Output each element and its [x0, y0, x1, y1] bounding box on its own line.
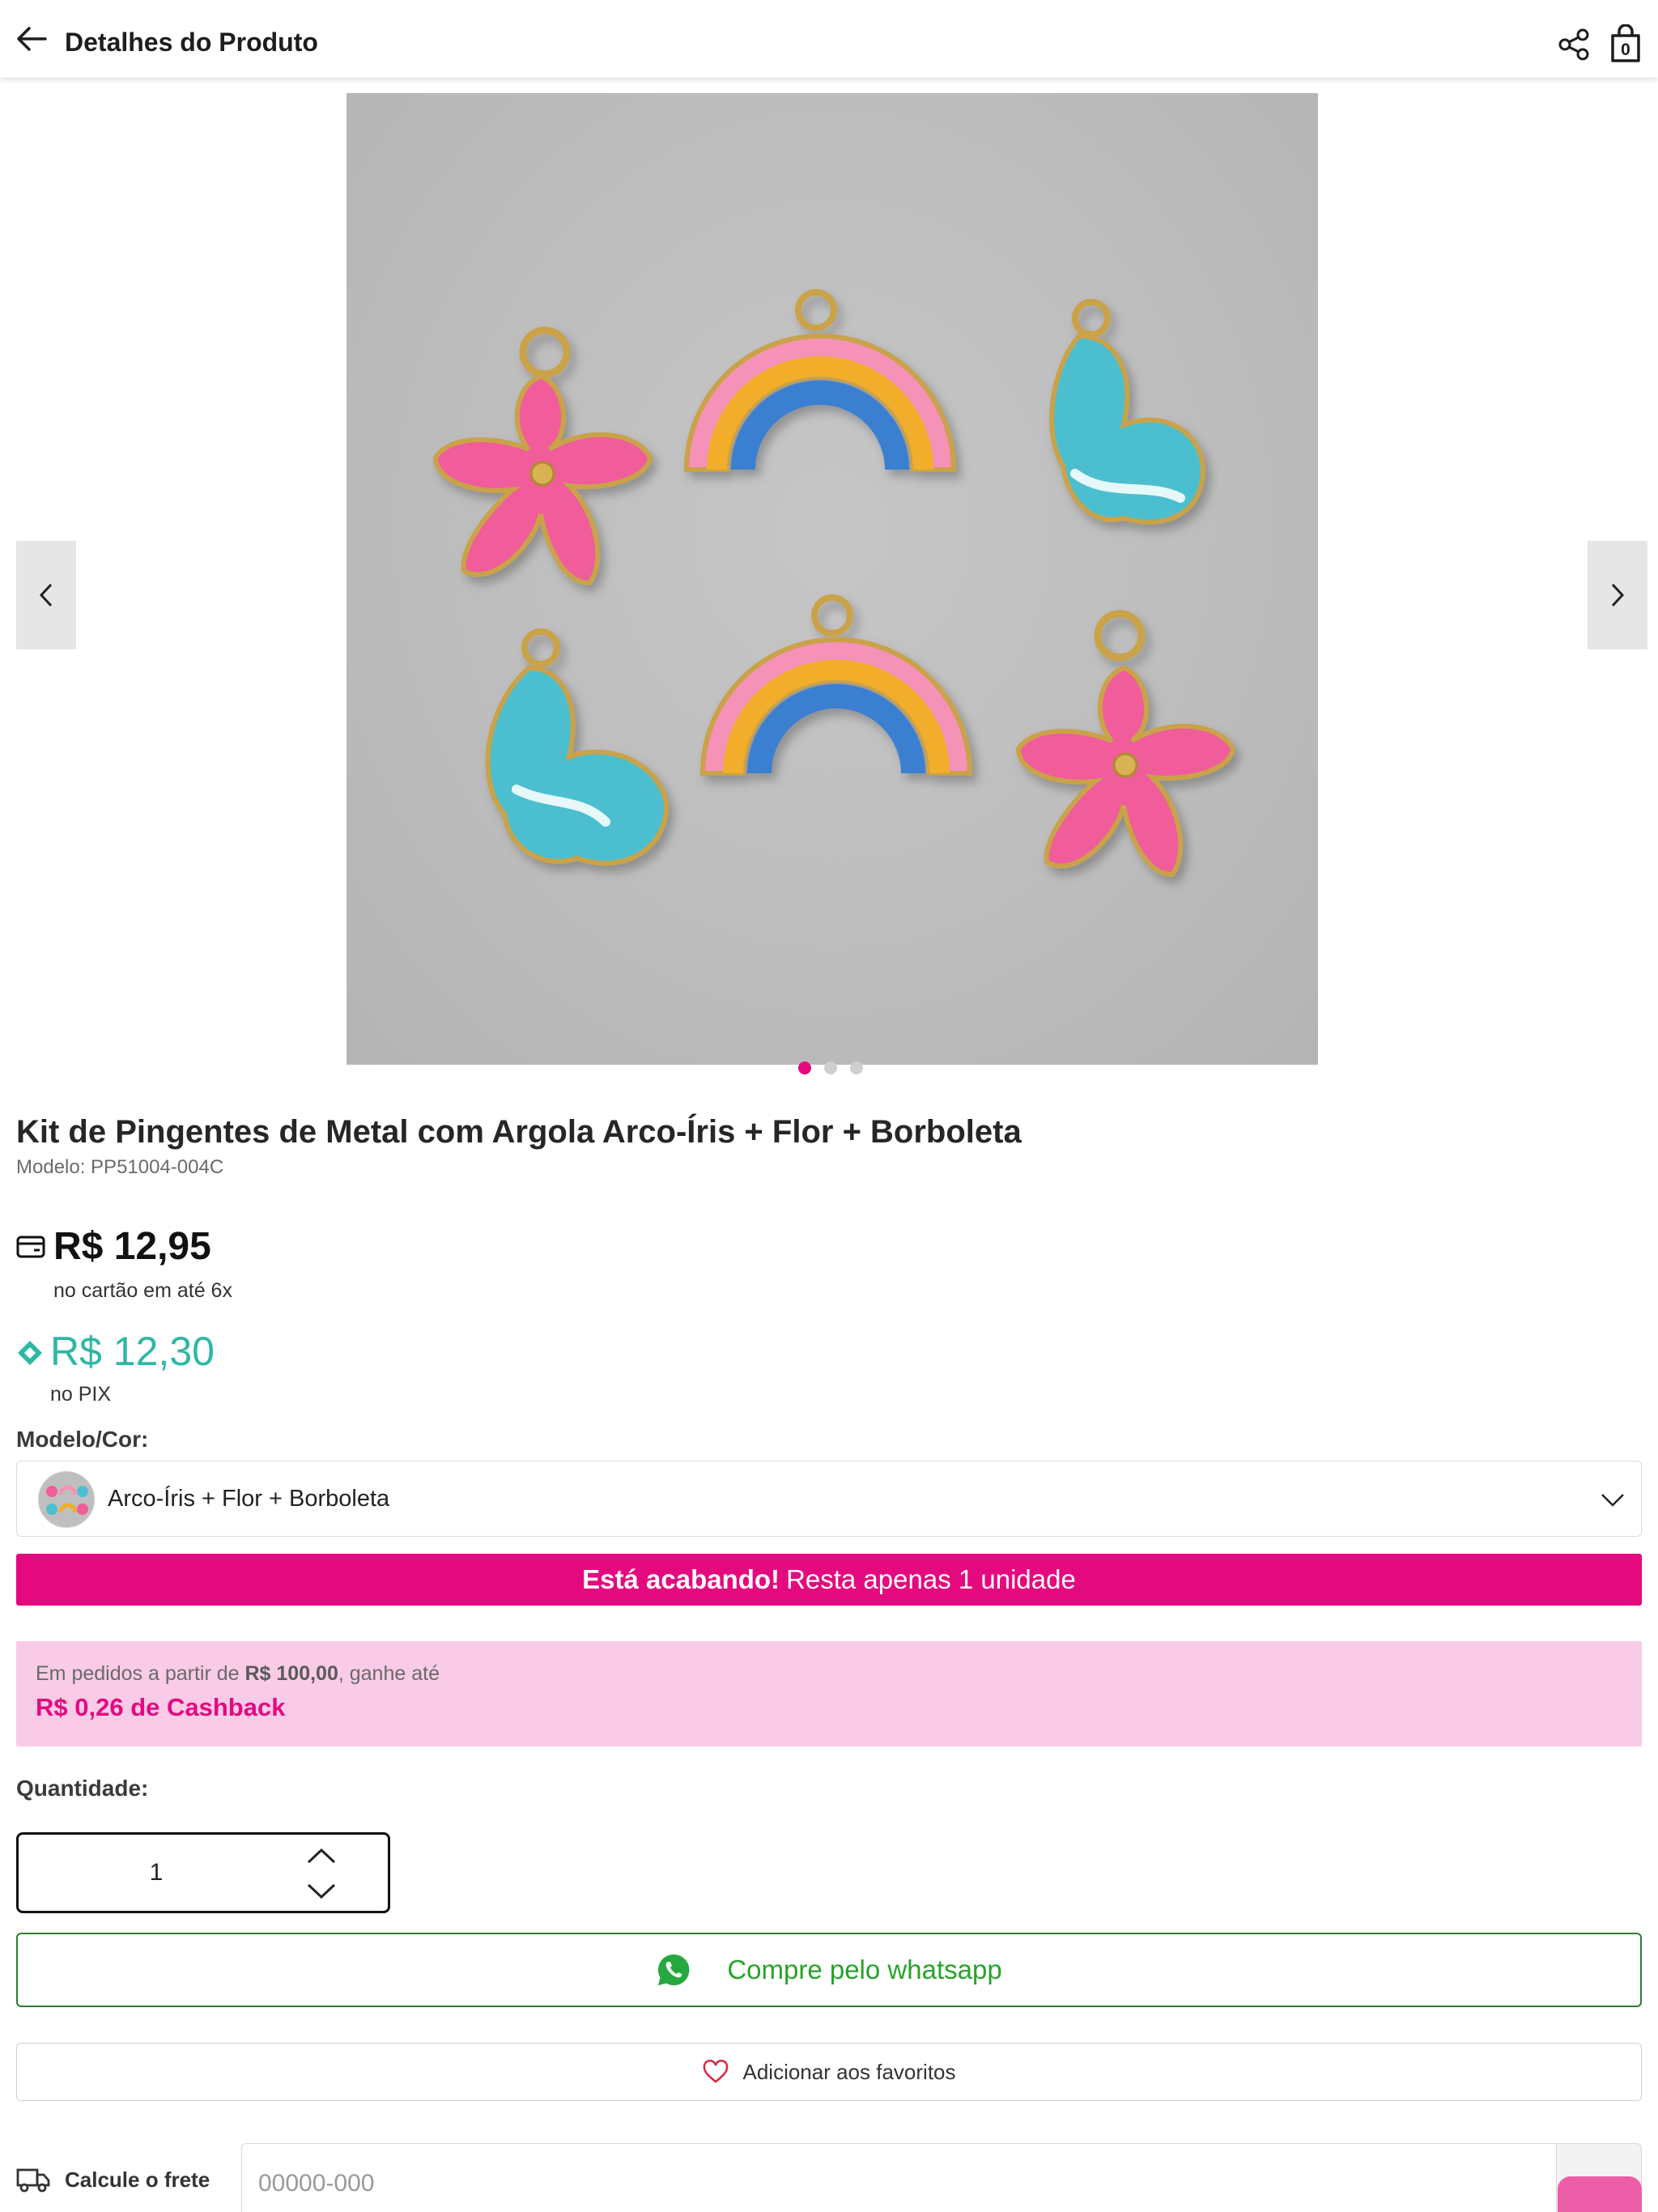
- low-stock-banner: Está acabando! Resta apenas 1 unidade: [16, 1554, 1642, 1606]
- gallery-prev-button[interactable]: [16, 541, 76, 649]
- low-stock-text: Resta apenas 1 unidade: [786, 1564, 1076, 1594]
- whatsapp-buy-button[interactable]: Compre pelo whatsapp: [16, 1933, 1642, 2007]
- butterfly-pendant-icon: [485, 628, 670, 866]
- pix-icon: [16, 1339, 44, 1367]
- rainbow-pendant-icon: [699, 594, 973, 776]
- whatsapp-buy-label: Compre pelo whatsapp: [727, 1955, 1002, 1984]
- product-title: Kit de Pingentes de Metal com Argola Arc…: [16, 1114, 1022, 1150]
- quantity-increase-button[interactable]: [304, 1843, 339, 1870]
- gallery-dot[interactable]: [824, 1061, 837, 1074]
- add-to-favorites-button[interactable]: Adicionar aos favoritos: [16, 2043, 1642, 2101]
- truck-icon: [16, 2166, 50, 2193]
- chevron-left-icon: [39, 583, 53, 607]
- chevron-down-icon: [1599, 1487, 1626, 1512]
- quantity-stepper: [16, 1832, 390, 1913]
- card-price: R$ 12,95: [53, 1225, 211, 1268]
- cashback-prefix: Em pedidos a partir de: [36, 1662, 240, 1685]
- quantity-label: Quantidade:: [16, 1776, 149, 1801]
- chevron-right-icon: [1611, 583, 1625, 607]
- quantity-input[interactable]: [35, 1835, 278, 1911]
- product-model: Modelo: PP51004-004C: [16, 1156, 224, 1178]
- whatsapp-icon: [658, 1954, 690, 1985]
- variant-label: Modelo/Cor:: [16, 1427, 149, 1452]
- pix-price: R$ 12,30: [50, 1329, 215, 1374]
- variant-thumbnail: [38, 1471, 95, 1528]
- card-installments: no cartão em até 6x: [53, 1279, 232, 1302]
- shipping-calc-label: Calcule o frete: [65, 2167, 210, 2192]
- credit-card-icon: [16, 1236, 45, 1258]
- variant-selected-value: Arco-Íris + Flor + Borboleta: [108, 1486, 390, 1512]
- shopping-bag-button[interactable]: 0: [1609, 23, 1642, 63]
- rainbow-pendant-icon: [683, 289, 957, 472]
- add-to-favorites-label: Adicionar aos favoritos: [742, 2059, 956, 2084]
- gallery-next-button[interactable]: [1588, 541, 1647, 649]
- product-image[interactable]: [346, 93, 1318, 1065]
- chevron-down-icon: [307, 1883, 336, 1899]
- share-icon[interactable]: [1558, 28, 1592, 62]
- quantity-decrease-button[interactable]: [304, 1877, 339, 1904]
- flower-pendant-icon: [432, 326, 653, 586]
- gallery-pagination: [798, 1061, 863, 1074]
- flower-pendant-icon: [1015, 610, 1236, 878]
- cashback-threshold: R$ 100,00: [244, 1662, 338, 1685]
- chevron-up-icon: [307, 1848, 336, 1864]
- bag-count-badge: 0: [1621, 40, 1630, 59]
- cashback-info: Em pedidos a partir de R$ 100,00, ganhe …: [16, 1641, 1642, 1746]
- top-bar: Detalhes do Produto 0: [0, 0, 1658, 78]
- cashback-condition: Em pedidos a partir de R$ 100,00, ganhe …: [36, 1662, 440, 1686]
- butterfly-pendant-icon: [1049, 299, 1206, 525]
- cep-input[interactable]: [241, 2143, 1557, 2212]
- heart-icon: [704, 2060, 729, 2083]
- cashback-value: R$ 0,26 de Cashback: [36, 1693, 286, 1721]
- back-arrow-icon[interactable]: [15, 24, 49, 53]
- low-stock-highlight: Está acabando!: [582, 1564, 780, 1594]
- variant-select[interactable]: Arco-Íris + Flor + Borboleta: [16, 1461, 1642, 1537]
- gallery-dot[interactable]: [798, 1061, 811, 1074]
- floating-chat-button[interactable]: [1558, 2176, 1642, 2212]
- gallery-dot[interactable]: [850, 1061, 863, 1074]
- page-title: Detalhes do Produto: [65, 28, 318, 57]
- cashback-suffix: , ganhe até: [338, 1662, 440, 1685]
- pix-label: no PIX: [50, 1383, 112, 1406]
- product-photo: [432, 289, 1236, 878]
